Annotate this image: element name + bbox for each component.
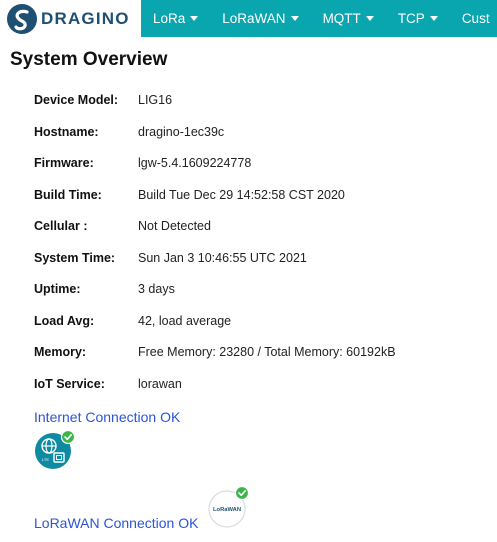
info-key: System Time: bbox=[34, 250, 116, 265]
dragino-logo[interactable]: DRAGINO bbox=[0, 0, 141, 37]
info-value: Build Tue Dec 29 14:52:58 CST 2020 bbox=[138, 187, 345, 202]
caret-down-icon bbox=[429, 16, 438, 21]
lorawan-icon[interactable]: LoRaWAN bbox=[206, 485, 250, 529]
nav-item-lorawan[interactable]: LoRaWAN bbox=[210, 0, 310, 37]
nav-item-label: Cust bbox=[461, 11, 490, 26]
logo-text: DRAGINO bbox=[41, 8, 130, 28]
nav-item-label: TCP bbox=[397, 11, 425, 26]
top-navbar: DRAGINO LoRa LoRaWAN MQTT TCP Cust bbox=[0, 0, 497, 37]
nav-item-label: MQTT bbox=[322, 11, 361, 26]
info-value: lgw-5.4.1609224778 bbox=[138, 156, 252, 170]
lorawan-icon-text: LoRaWAN bbox=[213, 507, 241, 513]
globe-router-icon[interactable]: LTE bbox=[34, 429, 76, 471]
info-value: lorawan bbox=[138, 376, 182, 391]
info-value: dragino-1ec39c bbox=[138, 124, 225, 139]
dragino-logo-icon bbox=[7, 3, 37, 34]
info-value: Not Detected bbox=[138, 219, 211, 233]
nav-menu: LoRa LoRaWAN MQTT TCP Cust bbox=[141, 0, 497, 37]
info-key: Firmware: bbox=[34, 156, 94, 170]
caret-down-icon bbox=[190, 16, 199, 21]
internet-connection-link[interactable]: Internet Connection OK bbox=[34, 409, 180, 425]
info-value: LIG16 bbox=[138, 93, 173, 107]
info-key: Memory: bbox=[34, 345, 87, 359]
info-key: Uptime: bbox=[34, 282, 81, 296]
info-key: IoT Service: bbox=[34, 376, 105, 391]
svg-text:LTE: LTE bbox=[42, 457, 49, 462]
info-key: Build Time: bbox=[34, 187, 102, 202]
info-value: 42, load average bbox=[138, 313, 232, 328]
nav-item-label: LoRa bbox=[153, 11, 186, 26]
nav-item-custom[interactable]: Cust bbox=[450, 0, 497, 37]
info-value: 3 days bbox=[138, 282, 175, 296]
info-key: Device Model: bbox=[34, 93, 119, 107]
nav-item-tcp[interactable]: TCP bbox=[386, 0, 450, 37]
caret-down-icon bbox=[365, 16, 374, 21]
info-key: Load Avg: bbox=[34, 313, 95, 328]
page-title: System Overview bbox=[10, 49, 168, 70]
lorawan-connection-link[interactable]: LoRaWAN Connection OK bbox=[34, 515, 198, 531]
nav-item-mqtt[interactable]: MQTT bbox=[311, 0, 386, 37]
info-key: Hostname: bbox=[34, 124, 99, 139]
nav-item-lora[interactable]: LoRa bbox=[141, 0, 210, 37]
info-key: Cellular : bbox=[34, 219, 88, 233]
info-value: Free Memory: 23280 / Total Memory: 60192… bbox=[138, 345, 396, 359]
caret-down-icon bbox=[290, 16, 299, 21]
nav-item-label: LoRaWAN bbox=[222, 11, 286, 26]
info-value: Sun Jan 3 10:46:55 UTC 2021 bbox=[138, 250, 307, 265]
